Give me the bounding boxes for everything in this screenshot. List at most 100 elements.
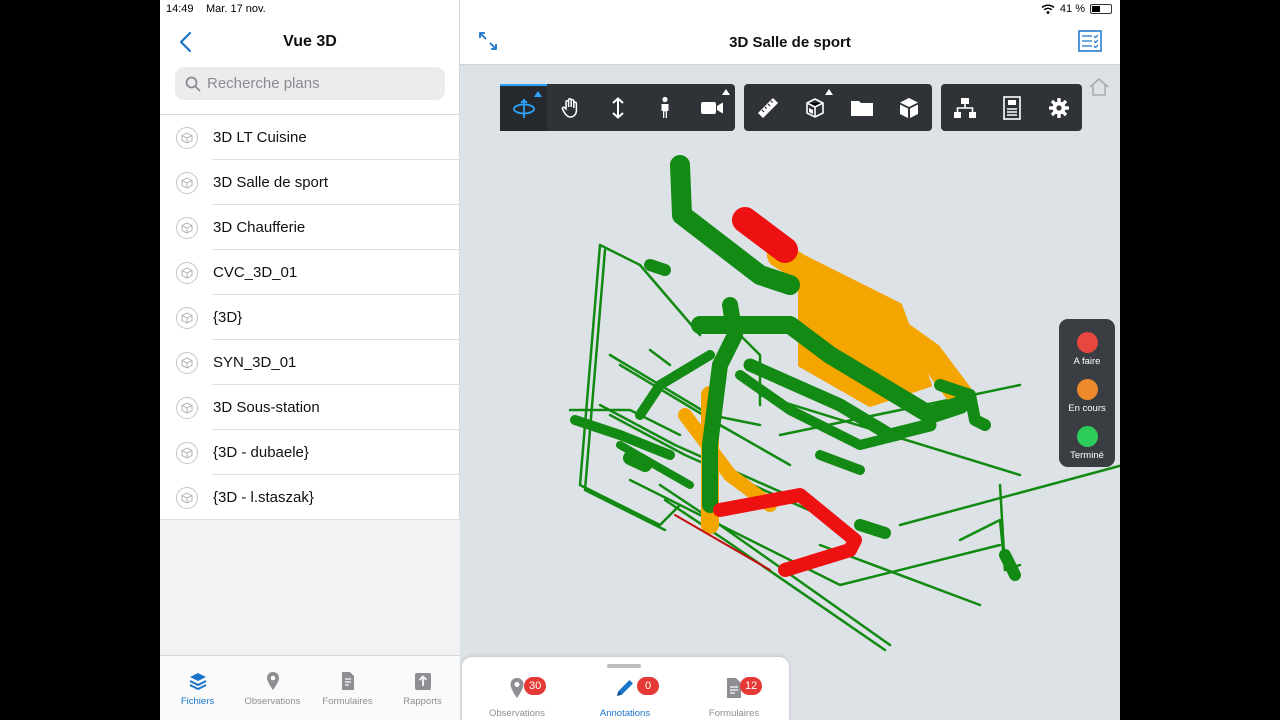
status-dot [1076,379,1098,400]
count-badge: 30 [524,677,547,695]
model-3d-viewport[interactable] [460,65,1120,655]
tab-label: Observations [244,696,301,707]
plan-label: 3D LT Cuisine [213,129,307,146]
folder-tool[interactable] [838,84,885,131]
status-dot [1076,332,1098,353]
orbit-tool[interactable] [500,84,547,131]
document-icon [341,672,354,690]
legend-item-todo[interactable]: A faire [1059,332,1115,367]
status-date: Mar. 17 nov. [206,3,266,15]
tab-label: Rapports [403,696,442,707]
viewer-title: 3D Salle de sport [729,34,851,51]
plan-item[interactable]: SYN_3D_01 [160,340,460,385]
plan-item[interactable]: {3D - l.staszak} [160,475,460,520]
plan-label: {3D - l.staszak} [213,489,314,506]
cube-icon [899,97,918,118]
viewer-panel: 3D Salle de sport A faire En cours Termi… [460,17,1120,720]
ruler-icon [757,97,778,118]
plan-item[interactable]: 3D Salle de sport [160,160,460,205]
export-icon [414,673,431,690]
cube-icon [176,171,198,194]
plan-item[interactable]: CVC_3D_01 [160,250,460,295]
section-tool[interactable] [791,84,838,131]
cube-icon [176,306,198,329]
plan-label: 3D Salle de sport [213,174,329,191]
search-bar[interactable] [175,67,445,100]
layers-icon [189,673,206,691]
tab-formulaires[interactable]: 12 Formulaires [679,677,789,719]
tab-observations[interactable]: 30 Observations [462,677,572,719]
walk-tool[interactable] [641,84,688,131]
plan-item[interactable]: {3D} [160,295,460,340]
hierarchy-icon [953,97,976,118]
navigation-toolbar [500,84,735,131]
tab-label: Formulaires [322,696,373,707]
checklist-button[interactable] [1078,30,1102,57]
sheet-grabber[interactable] [607,664,641,668]
empty-area [160,520,460,655]
tab-label: Formulaires [708,708,760,719]
properties-tool[interactable] [988,84,1035,131]
cube-icon [176,216,198,239]
cube-icon [176,126,198,149]
plan-item[interactable]: 3D Sous-station [160,385,460,430]
viewer-navbar: 3D Salle de sport [460,17,1120,65]
zoom-tool[interactable] [594,84,641,131]
panel-title: Vue 3D [283,33,337,50]
tab-formulaires[interactable]: Formulaires [310,656,385,720]
bottom-sheet: 30 Observations 0 Annotations 12 Formula… [462,657,789,720]
plan-label: 3D Sous-station [213,399,320,416]
legend-item-done[interactable]: Terminé [1059,426,1115,461]
cube-icon [176,261,198,284]
legend-label: Terminé [1070,450,1104,461]
checklist-icon [1078,30,1102,52]
structure-tool[interactable] [941,84,988,131]
battery-percent: 41 % [1059,3,1085,15]
count-badge: 12 [740,677,763,695]
settings-tool[interactable] [1035,84,1082,131]
section-box-icon [805,97,824,118]
pencil-icon [617,680,633,696]
tab-label: Annotations [599,708,651,719]
orbit-icon [512,98,535,118]
tab-rapports[interactable]: Rapports [385,656,460,720]
tab-label: Observations [489,708,545,719]
plan-label: {3D - dubaele} [213,444,309,461]
search-input[interactable] [207,75,427,92]
battery-icon [1090,4,1112,14]
camera-tool[interactable] [688,84,735,131]
hand-icon [561,97,577,118]
legend-label: A faire [1073,356,1101,367]
plan-item[interactable]: 3D Chaufferie [160,205,460,250]
count-badge: 0 [637,677,659,695]
plan-label: {3D} [213,309,243,326]
wifi-icon [1041,4,1055,14]
plan-item[interactable]: {3D - dubaele} [160,430,460,475]
tab-observations[interactable]: Observations [235,656,310,720]
measure-tool[interactable] [744,84,791,131]
cube-icon [176,486,198,509]
model-tool[interactable] [885,84,932,131]
folder-icon [850,100,873,116]
home-icon [1089,77,1109,96]
plan-list: 3D LT Cuisine 3D Salle de sport 3D Chauf… [160,114,460,520]
status-legend: A faire En cours Terminé [1059,319,1115,467]
bottom-tab-bar: Fichiers Observations Formulaires Rappor… [160,655,460,720]
plans-panel: 14:49 Mar. 17 nov. Vue 3D 3D LT Cuisine … [160,0,460,720]
plan-item[interactable]: 3D LT Cuisine [160,115,460,160]
ipad-screen: 14:49 Mar. 17 nov. Vue 3D 3D LT Cuisine … [160,0,1120,720]
submenu-indicator [534,91,542,97]
vertical-arrows-icon [611,96,624,119]
submenu-indicator [722,89,730,95]
plan-label: 3D Chaufferie [213,219,306,236]
pan-tool[interactable] [547,84,594,131]
legend-label: En cours [1068,403,1106,414]
measure-toolbar [744,84,932,131]
legend-item-in-progress[interactable]: En cours [1059,379,1115,414]
status-time: 14:49 [166,3,194,15]
cube-icon [176,351,198,374]
tab-fichiers[interactable]: Fichiers [160,656,235,720]
plan-label: CVC_3D_01 [213,264,298,281]
tab-annotations[interactable]: 0 Annotations [570,677,680,719]
home-view-button[interactable] [1088,77,1110,102]
